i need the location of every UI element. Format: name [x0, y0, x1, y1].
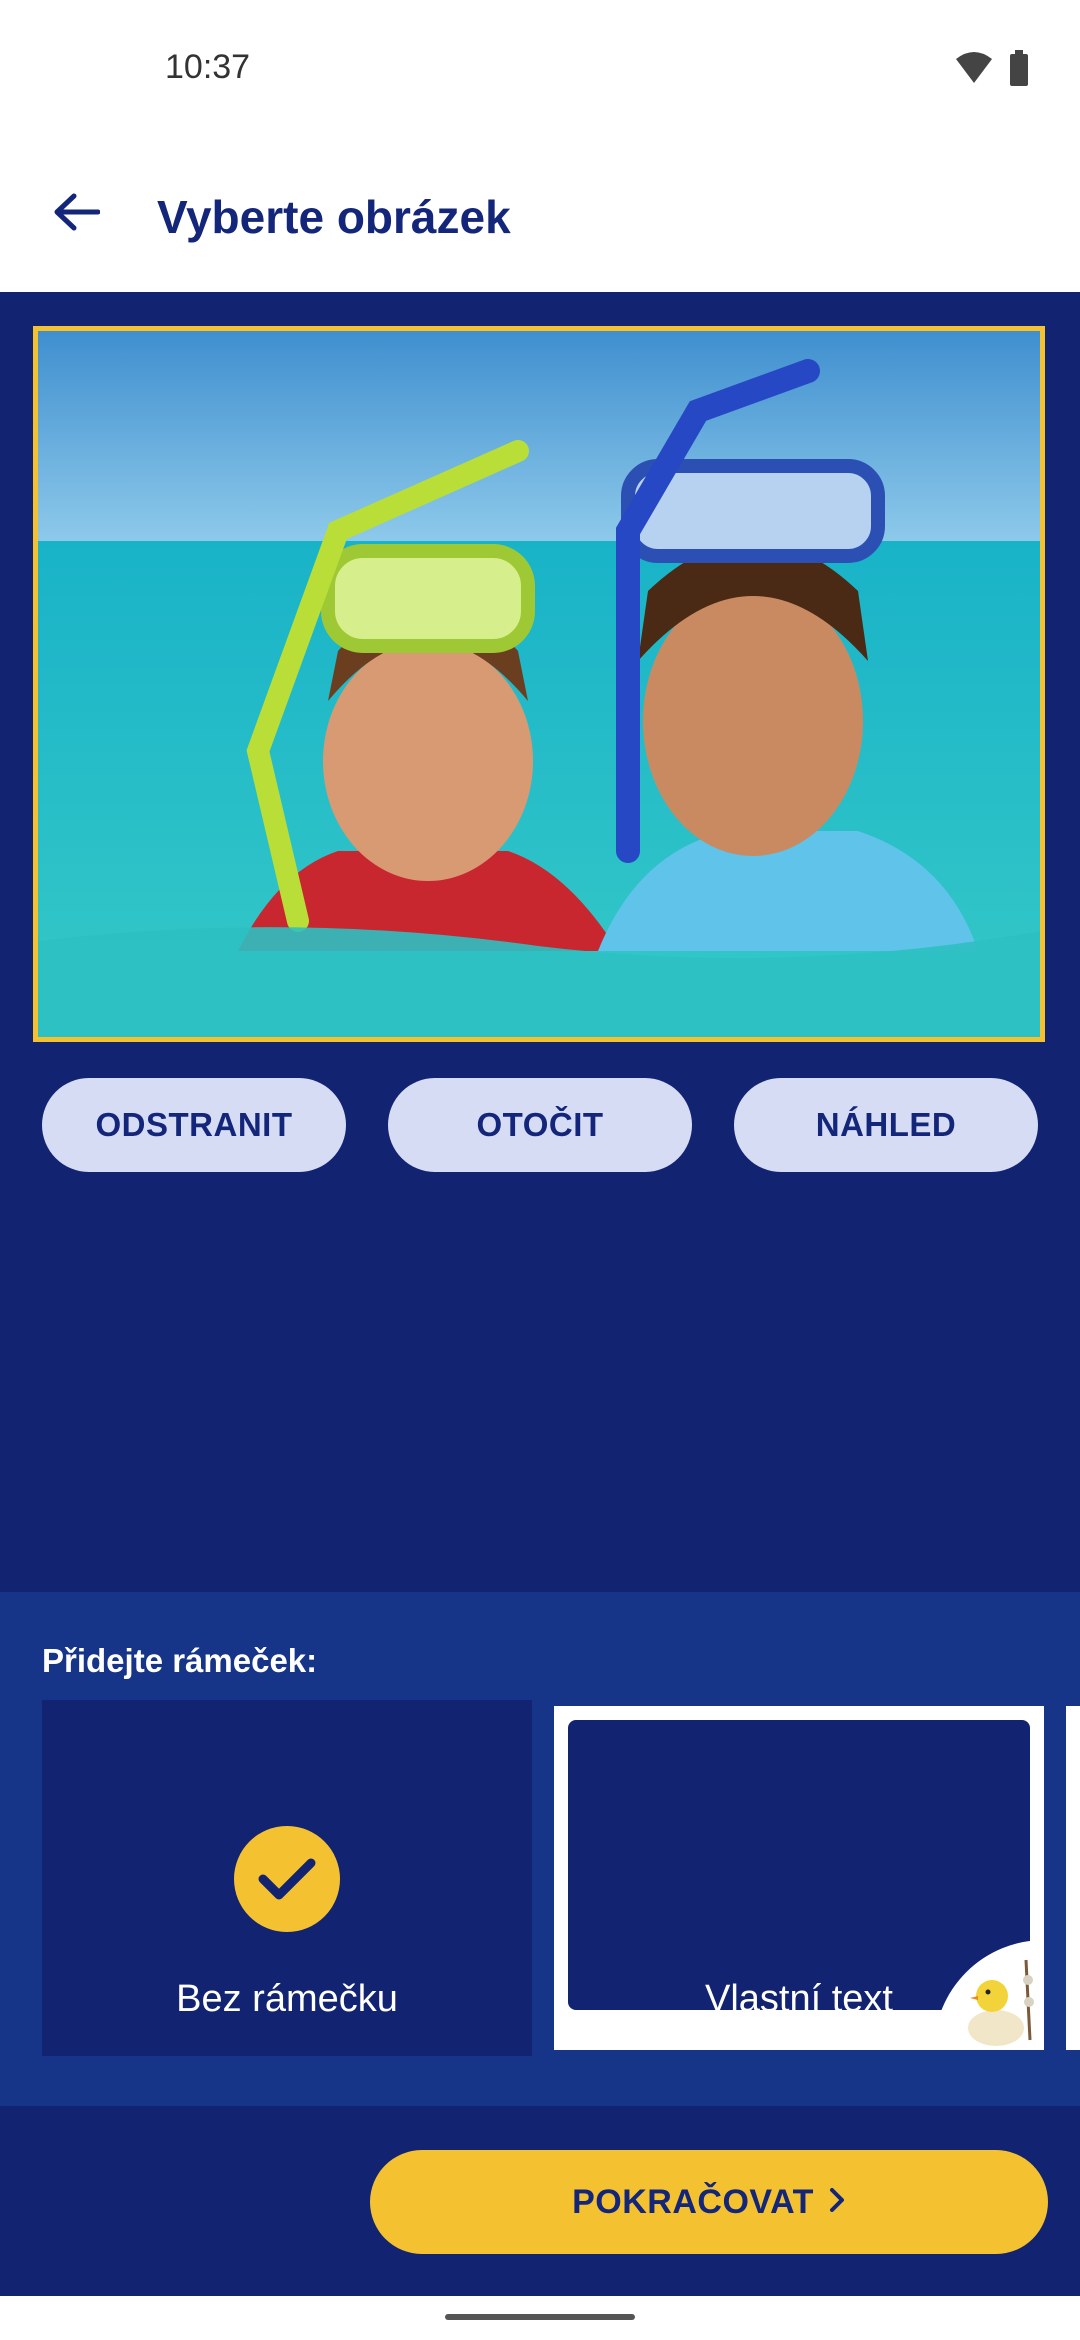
photo-actions: ODSTRANIT OTOČIT NÁHLED	[42, 1078, 1038, 1172]
chevron-right-icon	[828, 2183, 846, 2222]
frame-option-label: Bez rámečku	[176, 1978, 398, 2020]
preview-button[interactable]: NÁHLED	[734, 1078, 1038, 1172]
system-nav	[0, 2296, 1080, 2340]
app-bar: Vyberte obrázek	[0, 140, 1080, 292]
frame-option-next[interactable]	[1066, 1706, 1080, 2050]
photo-image	[38, 331, 1040, 1037]
arrow-left-icon	[52, 192, 101, 237]
continue-label: POKRAČOVAT	[572, 2182, 814, 2221]
frame-option-custom-text[interactable]: Vlastní text	[554, 1706, 1044, 2050]
bottom-bar: POKRAČOVAT	[0, 2106, 1080, 2296]
frame-option-none[interactable]: Bez rámečku	[42, 1700, 532, 2056]
status-time: 10:37	[165, 48, 251, 86]
status-bar: 10:37	[0, 0, 1080, 140]
frame-preview	[568, 1720, 1030, 2010]
rotate-button[interactable]: OTOČIT	[388, 1078, 692, 1172]
selected-photo[interactable]	[33, 326, 1045, 1042]
home-indicator[interactable]	[445, 2314, 635, 2320]
battery-icon	[1008, 50, 1030, 91]
remove-button[interactable]: ODSTRANIT	[42, 1078, 346, 1172]
check-icon	[234, 1826, 340, 1932]
frames-panel: Přidejte rámeček: Bez rámečku Vlastní te…	[0, 1592, 1080, 2106]
back-button[interactable]	[40, 178, 112, 250]
status-icons	[954, 50, 1030, 91]
main-content: ODSTRANIT OTOČIT NÁHLED	[0, 292, 1080, 1592]
frames-title: Přidejte rámeček:	[42, 1642, 318, 1679]
page-title: Vyberte obrázek	[157, 191, 511, 243]
frames-list[interactable]: Bez rámečku Vlastní text	[42, 1700, 1080, 2056]
continue-button[interactable]: POKRAČOVAT	[370, 2150, 1048, 2254]
wifi-icon	[954, 51, 994, 90]
